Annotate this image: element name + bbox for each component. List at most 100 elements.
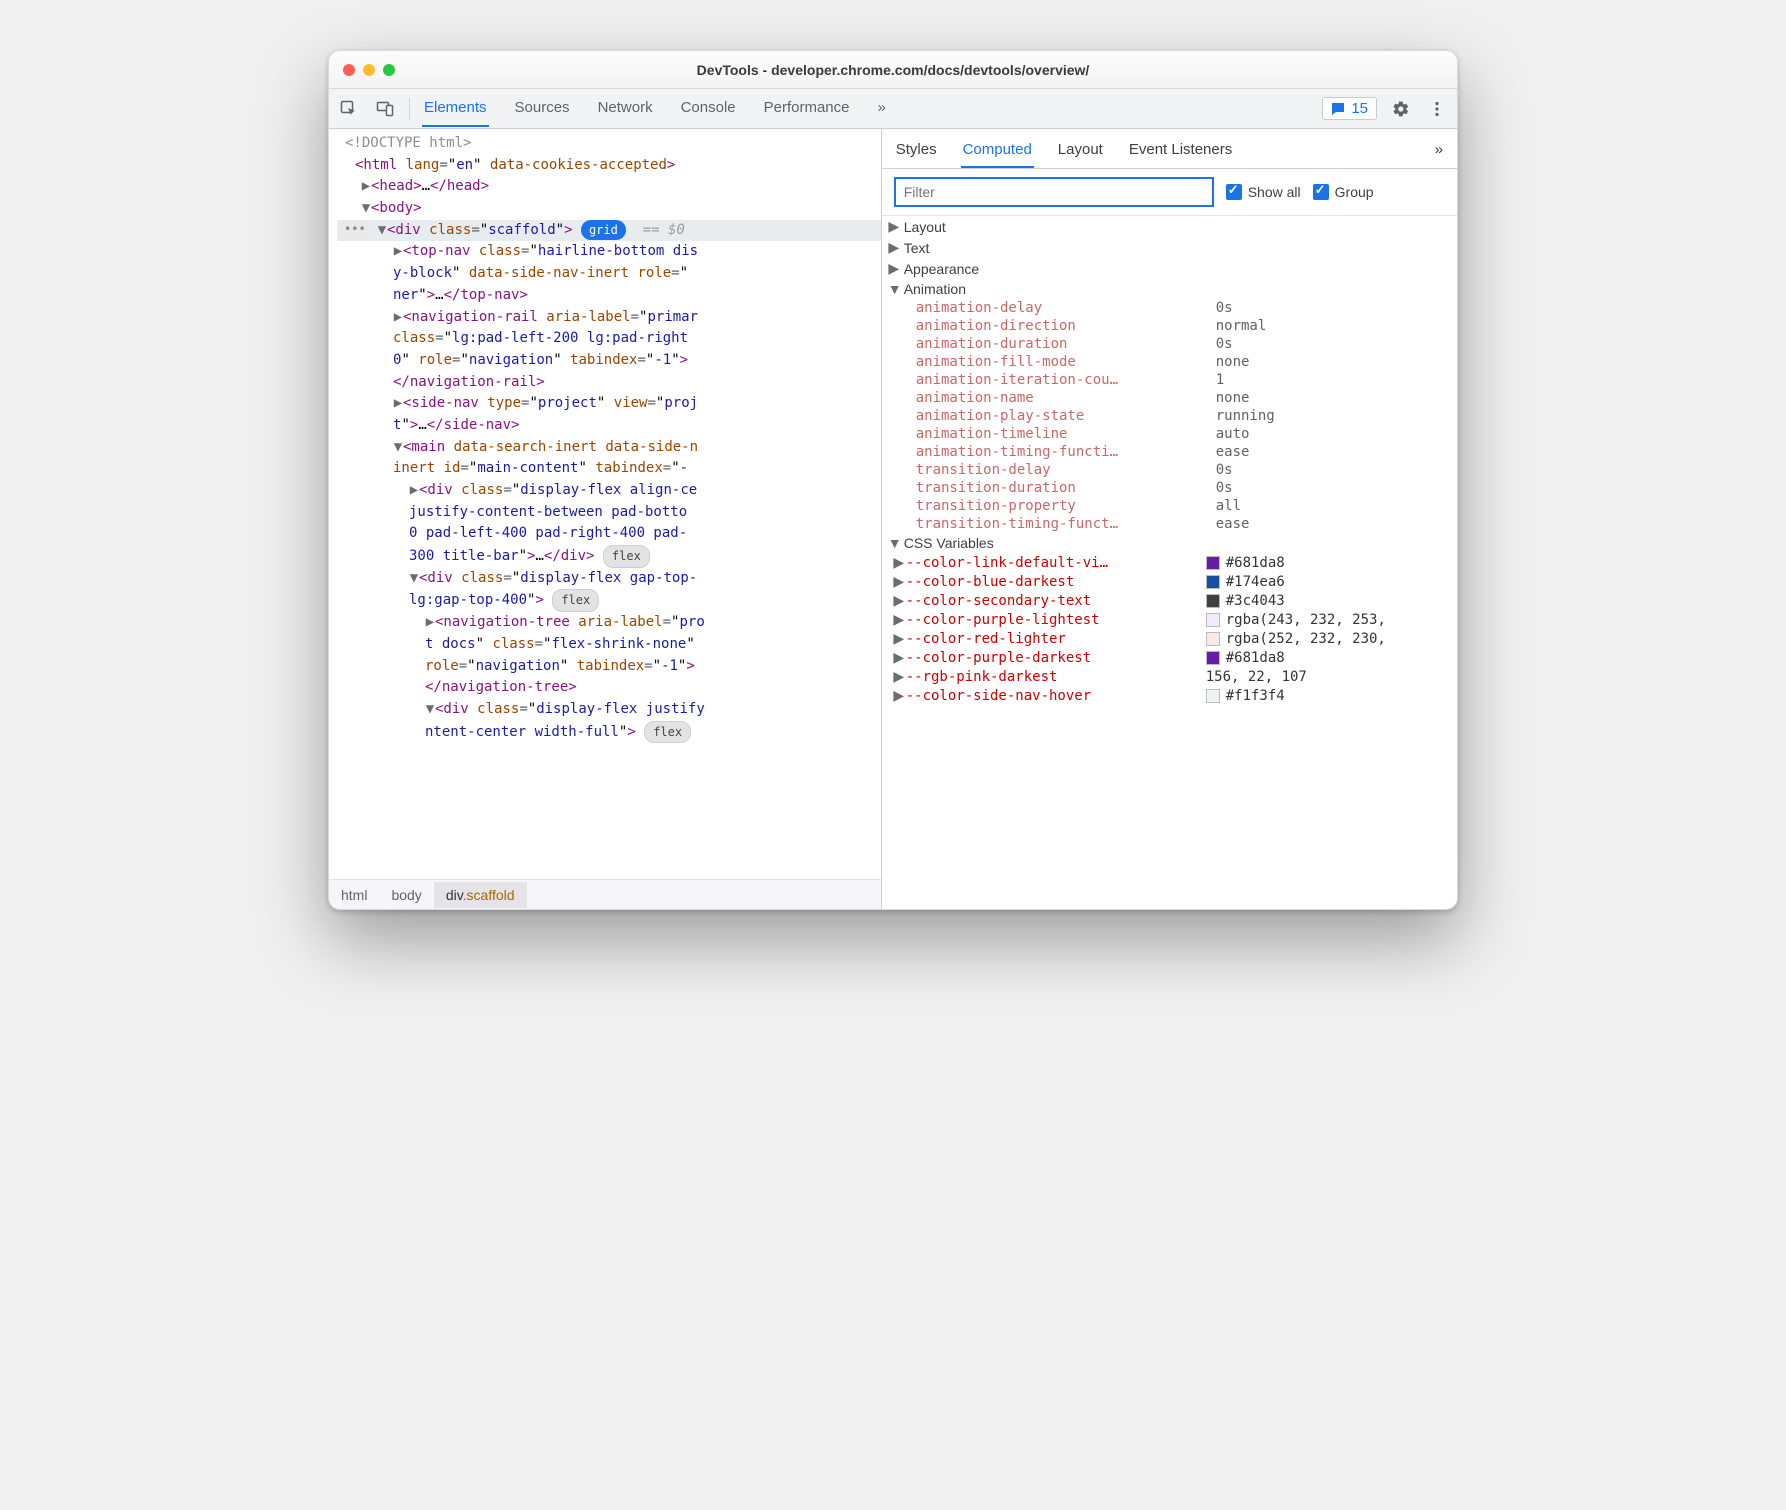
tab-computed[interactable]: Computed	[961, 135, 1034, 168]
variable-value: #681da8	[1206, 555, 1285, 571]
section-header[interactable]: ▶Appearance	[882, 258, 1457, 279]
dom-row[interactable]: ▶<navigation-tree aria-label="prot docs"…	[337, 612, 881, 699]
disclosure-triangle-icon[interactable]: ▶	[393, 241, 403, 263]
computed-property-row[interactable]: animation-namenone	[882, 389, 1457, 407]
tab-sources[interactable]: Sources	[513, 90, 572, 127]
property-value: none	[1216, 354, 1457, 370]
variable-value: #681da8	[1206, 650, 1285, 666]
computed-property-row[interactable]: animation-timing-functi…ease	[882, 443, 1457, 461]
disclosure-triangle-icon[interactable]: ▶	[409, 480, 419, 502]
computed-property-row[interactable]: animation-delay0s	[882, 299, 1457, 317]
disclosure-triangle-icon[interactable]: ▼	[377, 220, 387, 242]
dom-row[interactable]: ▶<head>…</head>	[337, 176, 881, 198]
dom-tree[interactable]: <!DOCTYPE html><html lang="en" data-cook…	[329, 129, 881, 879]
dom-row[interactable]: ▶<side-nav type="project" view="projt">……	[337, 393, 881, 436]
section-header[interactable]: ▶Layout	[882, 216, 1457, 237]
color-swatch-icon	[1206, 575, 1220, 589]
variable-name: --rgb-pink-darkest	[906, 669, 1206, 685]
css-variable-row[interactable]: ▶--rgb-pink-darkest156, 22, 107	[882, 667, 1457, 686]
dom-row[interactable]: •••▼<div class="scaffold"> grid == $0	[337, 220, 881, 242]
disclosure-triangle-icon: ▶	[892, 573, 906, 590]
css-variable-row[interactable]: ▶--color-side-nav-hover#f1f3f4	[882, 686, 1457, 705]
property-value: normal	[1216, 318, 1457, 334]
dom-row[interactable]: ▼<body>	[337, 198, 881, 220]
property-name: transition-duration	[916, 480, 1216, 496]
disclosure-triangle-icon[interactable]: ▼	[361, 198, 371, 220]
disclosure-triangle-icon[interactable]: ▶	[393, 307, 403, 329]
css-variable-row[interactable]: ▶--color-link-default-vi…#681da8	[882, 553, 1457, 572]
titlebar: DevTools - developer.chrome.com/docs/dev…	[329, 51, 1457, 89]
zoom-window-button[interactable]	[383, 64, 395, 76]
tab-layout[interactable]: Layout	[1056, 135, 1105, 168]
breadcrumb-item[interactable]: body	[379, 882, 433, 908]
computed-property-row[interactable]: animation-play-staterunning	[882, 407, 1457, 425]
filter-input[interactable]	[894, 177, 1214, 207]
tab-performance[interactable]: Performance	[762, 90, 852, 127]
computed-property-row[interactable]: transition-propertyall	[882, 497, 1457, 515]
breadcrumb-item[interactable]: html	[329, 882, 379, 908]
dom-row[interactable]: ▼<div class="display-flex justifyntent-c…	[337, 699, 881, 743]
computed-property-row[interactable]: animation-directionnormal	[882, 317, 1457, 335]
tab-styles[interactable]: Styles	[894, 135, 939, 168]
issues-count: 15	[1351, 100, 1368, 117]
property-name: animation-duration	[916, 336, 1216, 352]
breadcrumb-item[interactable]: div.scaffold	[434, 882, 527, 908]
issues-button[interactable]: 15	[1322, 97, 1377, 120]
tab-overflow[interactable]: »	[876, 90, 888, 127]
inspect-element-icon[interactable]	[337, 97, 361, 121]
device-toolbar-icon[interactable]	[373, 97, 397, 121]
dom-row[interactable]: ▼<main data-search-inert data-side-niner…	[337, 437, 881, 480]
tab-console[interactable]: Console	[679, 90, 738, 127]
variable-value: #3c4043	[1206, 593, 1285, 609]
group-checkbox[interactable]: Group	[1313, 184, 1374, 200]
section-header[interactable]: ▼Animation	[882, 279, 1457, 299]
variable-value: 156, 22, 107	[1206, 669, 1307, 685]
section-header[interactable]: ▼CSS Variables	[882, 533, 1457, 553]
disclosure-triangle-icon[interactable]: ▶	[425, 612, 435, 634]
computed-property-row[interactable]: animation-iteration-cou…1	[882, 371, 1457, 389]
computed-property-row[interactable]: transition-duration0s	[882, 479, 1457, 497]
settings-icon[interactable]	[1389, 97, 1413, 121]
css-variable-row[interactable]: ▶--color-secondary-text#3c4043	[882, 591, 1457, 610]
dom-row[interactable]: ▶<div class="display-flex align-cejustif…	[337, 480, 881, 568]
disclosure-triangle-icon[interactable]: ▼	[393, 437, 403, 459]
dom-row[interactable]: ▶<top-nav class="hairline-bottom disy-bl…	[337, 241, 881, 306]
disclosure-triangle-icon[interactable]: ▶	[393, 393, 403, 415]
dom-row[interactable]: <html lang="en" data-cookies-accepted>	[337, 155, 881, 177]
section-header[interactable]: ▶Text	[882, 237, 1457, 258]
variable-name: --color-red-lighter	[906, 631, 1206, 647]
css-variable-row[interactable]: ▶--color-purple-darkest#681da8	[882, 648, 1457, 667]
computed-list[interactable]: ▶Layout▶Text▶Appearance▼Animationanimati…	[882, 216, 1457, 909]
disclosure-triangle-icon[interactable]: ▼	[409, 568, 419, 590]
disclosure-triangle-icon[interactable]: ▶	[361, 176, 371, 198]
computed-property-row[interactable]: transition-delay0s	[882, 461, 1457, 479]
main-area: <!DOCTYPE html><html lang="en" data-cook…	[329, 129, 1457, 909]
minimize-window-button[interactable]	[363, 64, 375, 76]
dom-row[interactable]: ▼<div class="display-flex gap-top-lg:gap…	[337, 568, 881, 612]
property-name: animation-timing-functi…	[916, 444, 1216, 460]
variable-value: rgba(243, 232, 253,	[1206, 612, 1386, 628]
close-window-button[interactable]	[343, 64, 355, 76]
sidebar-tab-overflow[interactable]: »	[1433, 135, 1445, 168]
dom-row[interactable]: ▶<navigation-rail aria-label="primarclas…	[337, 307, 881, 394]
computed-property-row[interactable]: animation-timelineauto	[882, 425, 1457, 443]
disclosure-triangle-icon[interactable]: ▼	[425, 699, 435, 721]
computed-property-row[interactable]: animation-duration0s	[882, 335, 1457, 353]
disclosure-triangle-icon: ▶	[888, 260, 900, 277]
css-variable-row[interactable]: ▶--color-red-lighterrgba(252, 232, 230,	[882, 629, 1457, 648]
css-variable-row[interactable]: ▶--color-purple-lightestrgba(243, 232, 2…	[882, 610, 1457, 629]
computed-property-row[interactable]: animation-fill-modenone	[882, 353, 1457, 371]
css-variable-row[interactable]: ▶--color-blue-darkest#174ea6	[882, 572, 1457, 591]
disclosure-triangle-icon: ▶	[892, 611, 906, 628]
tab-network[interactable]: Network	[596, 90, 655, 127]
ellipsis-icon[interactable]: •••	[341, 220, 369, 239]
property-value: auto	[1216, 426, 1457, 442]
property-value: 1	[1216, 372, 1457, 388]
computed-property-row[interactable]: transition-timing-funct…ease	[882, 515, 1457, 533]
tab-event-listeners[interactable]: Event Listeners	[1127, 135, 1234, 168]
property-name: animation-delay	[916, 300, 1216, 316]
more-icon[interactable]	[1425, 97, 1449, 121]
show-all-checkbox[interactable]: Show all	[1226, 184, 1301, 200]
property-value: running	[1216, 408, 1457, 424]
tab-elements[interactable]: Elements	[422, 90, 489, 127]
